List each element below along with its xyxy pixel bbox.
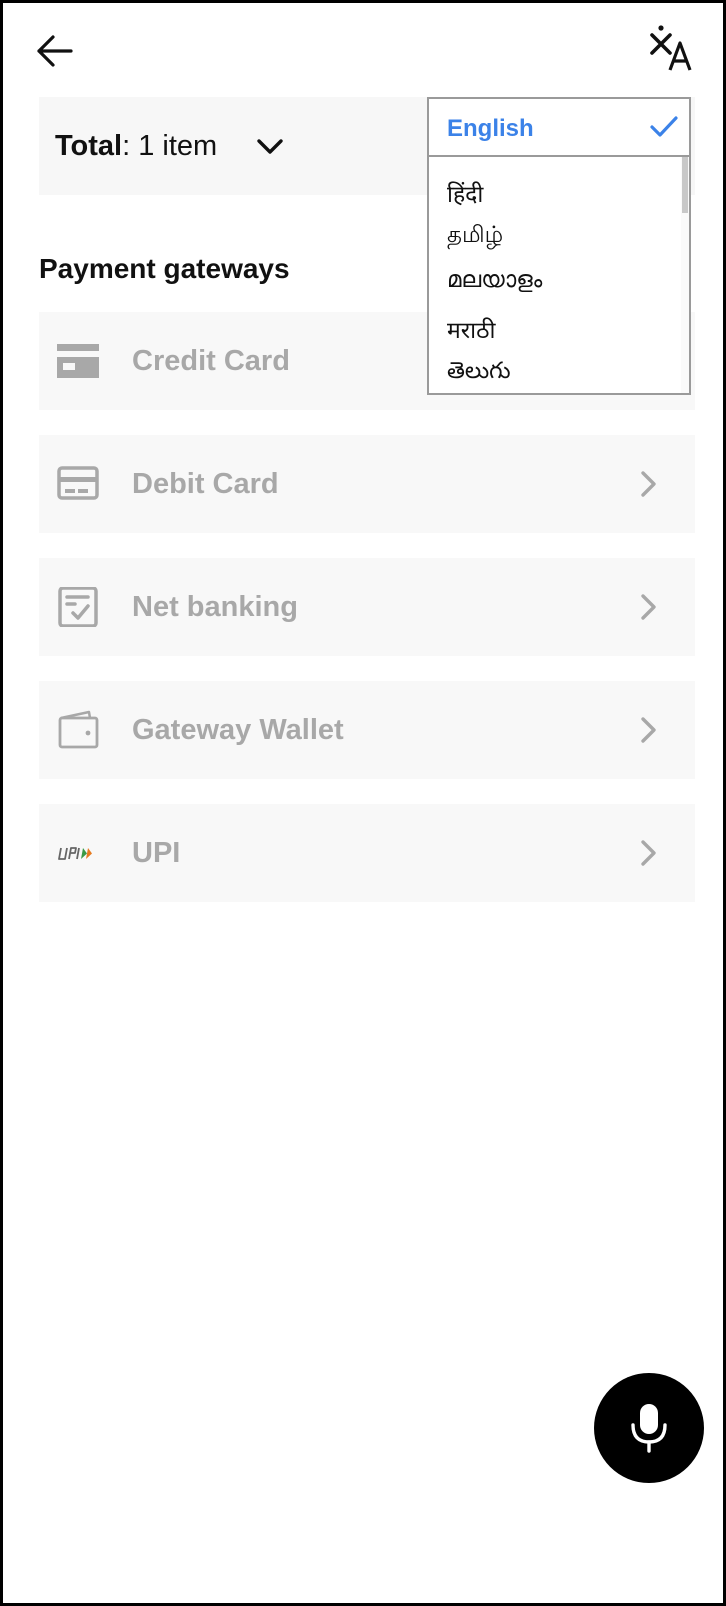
translate-button[interactable]	[648, 23, 696, 73]
payment-method-upi[interactable]: UPI	[39, 804, 695, 902]
language-option-selected[interactable]: English	[429, 99, 689, 157]
chevron-down-icon	[257, 139, 283, 154]
language-scrollbar[interactable]	[681, 157, 689, 393]
payment-method-net-banking[interactable]: Net banking	[39, 558, 695, 656]
payment-method-label: Debit Card	[132, 468, 279, 500]
language-option-telugu[interactable]: తెలుగు	[447, 358, 511, 390]
total-colon: :	[122, 129, 131, 162]
payment-method-label: UPI	[132, 837, 181, 869]
payment-method-label: Gateway Wallet	[132, 714, 344, 746]
language-options-list[interactable]: हिंदी தமிழ் മലയാളം मराठी తెలుగు	[429, 157, 691, 393]
payment-method-gateway-wallet[interactable]: Gateway Wallet	[39, 681, 695, 779]
language-scrollbar-thumb[interactable]	[682, 157, 688, 213]
chevron-right-icon	[641, 471, 656, 497]
back-button[interactable]	[33, 29, 77, 73]
arrow-left-icon	[37, 35, 73, 67]
wallet-icon	[58, 710, 99, 749]
checkmark-icon	[650, 116, 678, 137]
microphone-icon	[631, 1404, 667, 1453]
payment-method-label: Net banking	[132, 591, 298, 623]
payment-method-label: Credit Card	[132, 345, 290, 377]
payment-method-debit-card[interactable]: Debit Card	[39, 435, 695, 533]
selected-language-label: English	[447, 115, 534, 142]
translate-icon	[650, 25, 692, 71]
payment-gateways-title: Payment gateways	[39, 253, 290, 284]
total-label: Total	[55, 129, 123, 162]
language-option-hindi[interactable]: हिंदी	[447, 177, 483, 209]
chevron-right-icon	[641, 717, 656, 743]
language-dropdown[interactable]: English हिंदी தமிழ் മലയാളം मराठी తెలుగు	[427, 97, 691, 395]
language-option-marathi[interactable]: मराठी	[447, 313, 495, 345]
chevron-right-icon	[641, 840, 656, 866]
upi-icon	[58, 847, 92, 860]
language-option-tamil[interactable]: தமிழ்	[447, 222, 503, 251]
total-value: 1 item	[138, 129, 218, 162]
app-screen: Total : 1 item Payment gateways Credit C…	[3, 3, 723, 1603]
language-option-malayalam[interactable]: മലയാളം	[447, 267, 542, 293]
chevron-right-icon	[641, 594, 656, 620]
voice-input-button[interactable]	[594, 1373, 704, 1483]
net-banking-icon	[58, 587, 98, 627]
credit-card-icon	[57, 344, 99, 378]
debit-card-icon	[57, 466, 99, 500]
